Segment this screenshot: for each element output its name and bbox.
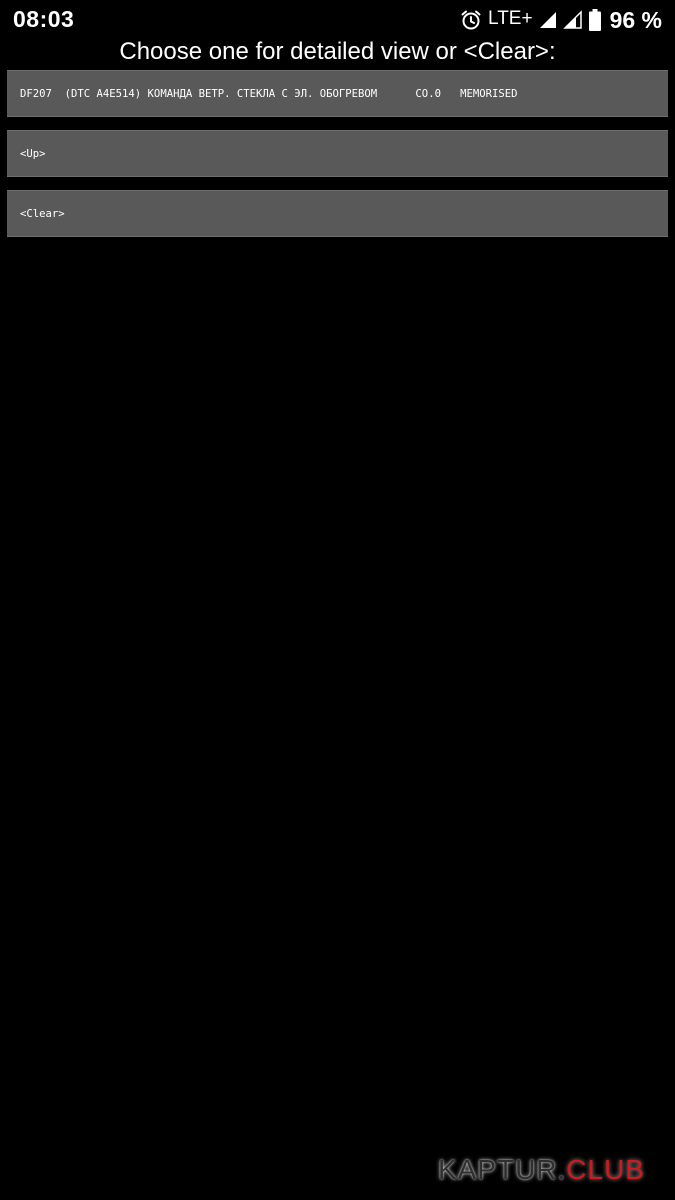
watermark-part1: KAPTUR. xyxy=(437,1154,567,1185)
status-bar: 08:03 LTE+ 96 % xyxy=(0,0,675,40)
battery-percent: 96 % xyxy=(609,6,662,33)
list-item-clear[interactable]: <Clear> xyxy=(7,190,668,237)
battery-icon xyxy=(588,8,602,32)
selection-list: DF207 (DTC A4E514) КОМАНДА ВЕТР. СТЕКЛА … xyxy=(7,70,668,250)
list-item-up[interactable]: <Up> xyxy=(7,130,668,177)
watermark-part2: CLUB xyxy=(566,1154,645,1185)
signal-icon xyxy=(562,10,583,30)
watermark-logo: KAPTUR.CLUB xyxy=(438,1154,645,1186)
signal-icon xyxy=(538,10,558,30)
alarm-icon xyxy=(459,8,483,32)
status-time: 08:03 xyxy=(13,6,75,32)
list-item-dtc-df207[interactable]: DF207 (DTC A4E514) КОМАНДА ВЕТР. СТЕКЛА … xyxy=(7,70,668,117)
network-type-label: LTE+ xyxy=(488,8,533,29)
status-icons: LTE+ 96 % xyxy=(459,5,662,35)
prompt-title: Choose one for detailed view or <Clear>: xyxy=(119,38,556,65)
